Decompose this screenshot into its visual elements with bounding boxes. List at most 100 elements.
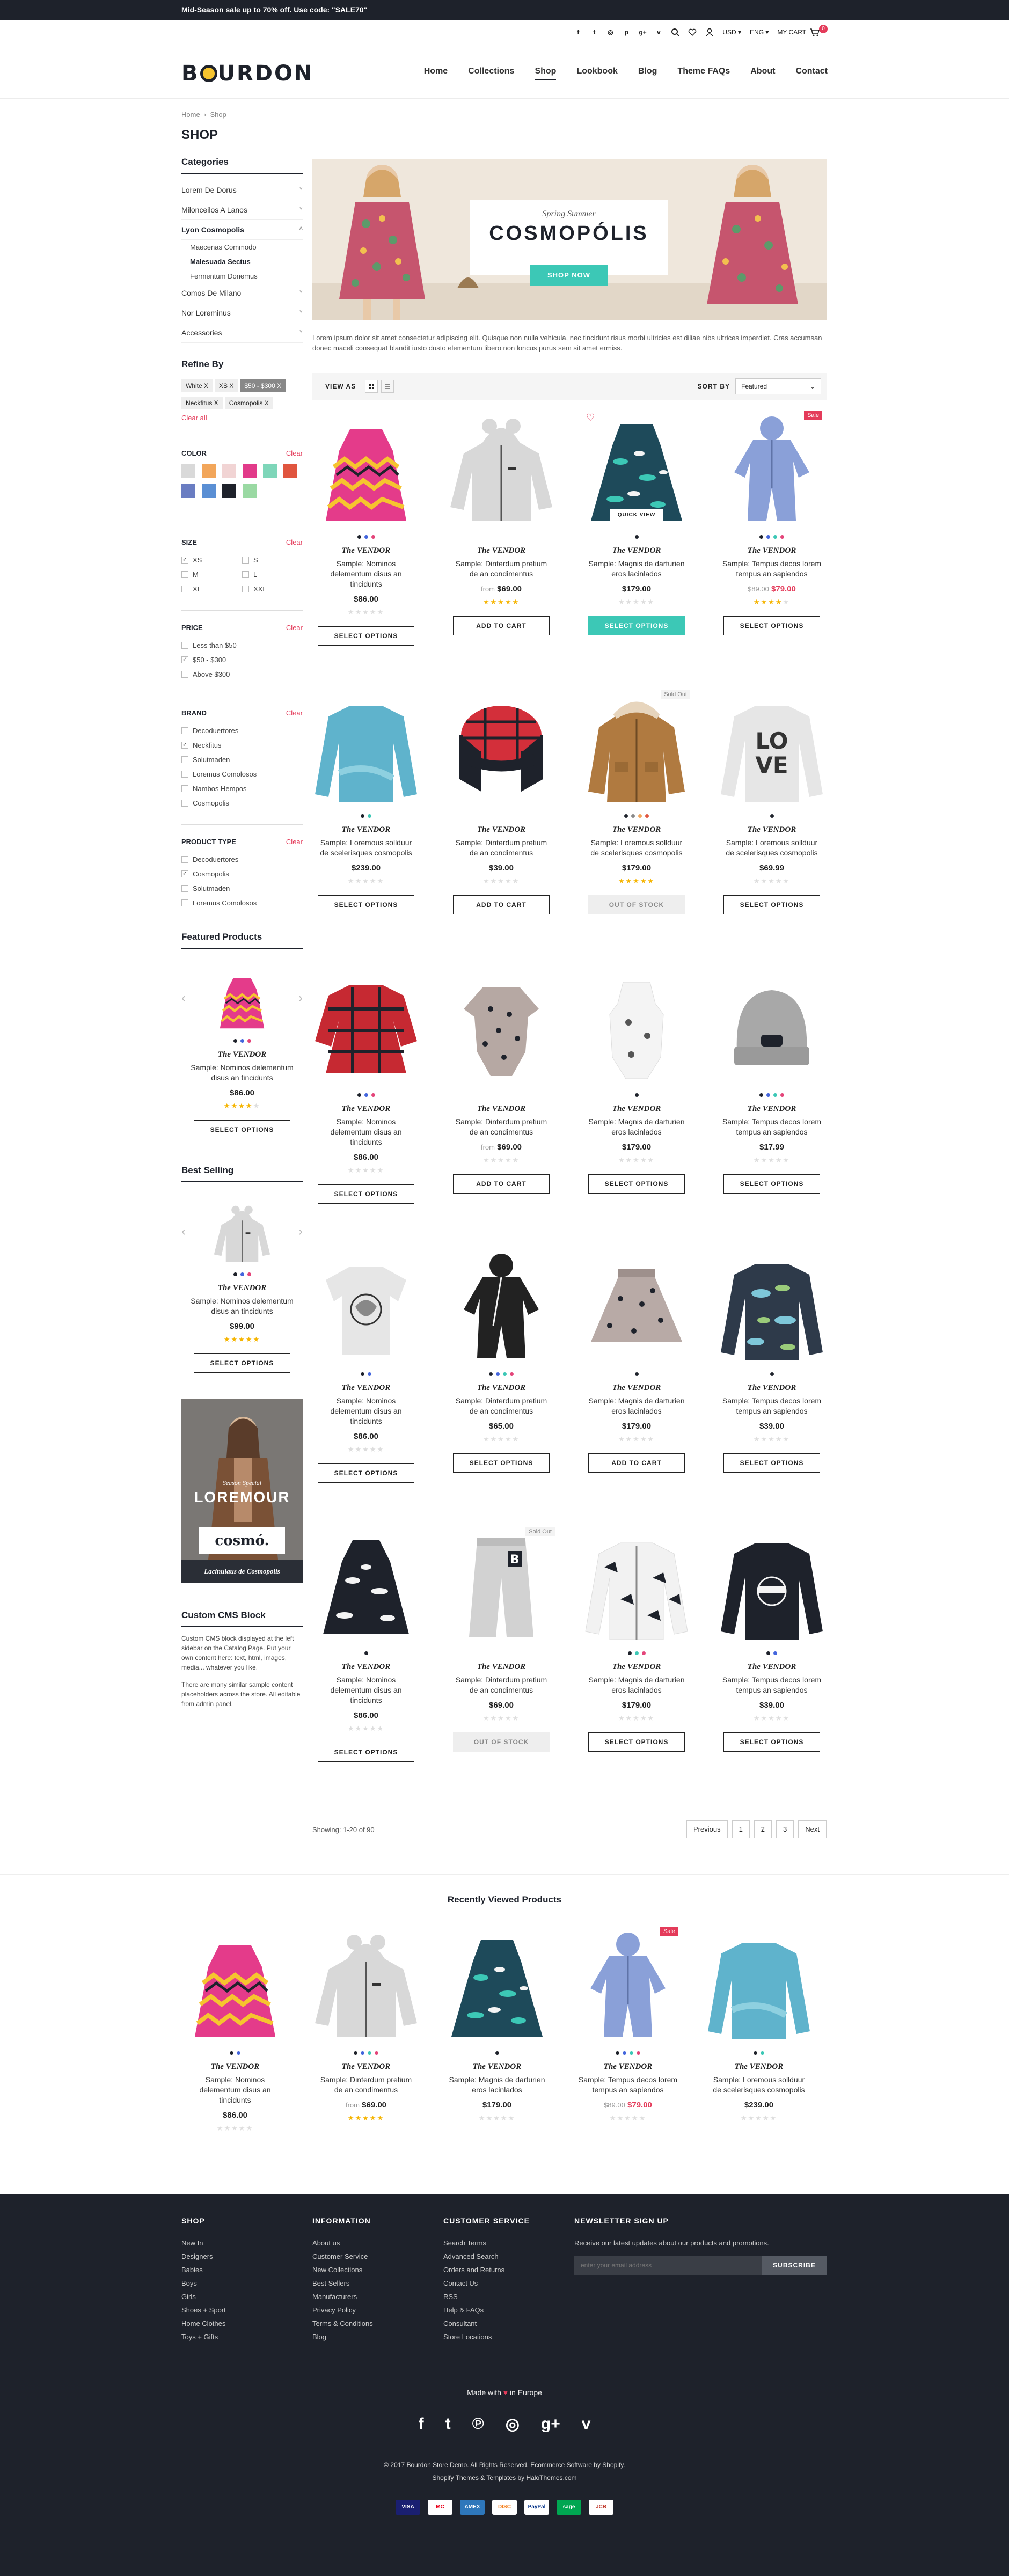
color-dot[interactable] [495,2051,499,2055]
checkbox-icon[interactable] [181,586,188,592]
product-name[interactable]: Sample: Dinterdum pretium de an condimen… [448,559,555,579]
color-dot[interactable] [375,2051,378,2055]
subcategory-item[interactable]: Fermentum Donemus [181,269,303,283]
product-name[interactable]: Sample: Tempus decos lorem tempus an sap… [718,1396,825,1416]
chevron-right-icon[interactable]: › [298,991,303,1006]
product-card[interactable]: The VENDOR Sample: Dinterdum pretium de a… [448,411,555,690]
color-dot[interactable] [631,814,635,818]
color-dot[interactable] [780,535,784,539]
footer-link[interactable]: Help & FAQs [443,2306,574,2314]
color-dot[interactable] [233,1039,237,1043]
product-image[interactable] [705,1927,813,2045]
color-dot[interactable] [364,1093,368,1097]
active-filter-tag[interactable]: Cosmopolis X [224,397,273,409]
color-dot[interactable] [627,1651,632,1655]
prices-option[interactable]: ✓ $50 - $300 [181,653,303,667]
category-item[interactable]: Lorem De Dorus ˅ [181,180,303,200]
select-options-button[interactable]: SELECT OPTIONS [723,1732,820,1752]
footer-link[interactable]: Toys + Gifts [181,2333,312,2341]
select-options-button[interactable]: SELECT OPTIONS [453,1453,550,1473]
product-image[interactable]: LO VE [718,690,825,808]
bestselling-product-image[interactable] [213,1203,272,1265]
product-name[interactable]: Sample: Nominos delementum disus an tinc… [312,559,420,589]
nav-item-home[interactable]: Home [424,67,448,80]
nav-item-theme-faqs[interactable]: Theme FAQs [677,67,730,80]
color-dot[interactable] [364,1651,368,1655]
product-card[interactable]: The VENDOR Sample: Dinterdum pretium de a… [312,1927,420,2133]
product-image[interactable] [448,1248,555,1366]
select-options-button[interactable]: SELECT OPTIONS [318,1743,414,1762]
footer-link[interactable]: Orders and Returns [443,2266,574,2274]
prices-option[interactable]: Less than $50 [181,638,303,653]
product-name[interactable]: Sample: Nominos delementum disus an tinc… [312,1396,420,1426]
checkbox-icon[interactable]: ✓ [181,742,188,749]
page-3-button[interactable]: 3 [776,1820,794,1838]
product-image[interactable] [583,969,690,1087]
active-filter-tag[interactable]: XS X [215,379,238,392]
list-view-icon[interactable] [381,380,394,393]
color-swatch[interactable] [222,464,236,478]
subscribe-button[interactable]: SUBSCRIBE [762,2256,827,2275]
checkbox-icon[interactable]: ✓ [181,870,188,877]
color-dot[interactable] [616,2051,619,2055]
sizes-option[interactable]: S [242,553,303,567]
select-options-button[interactable]: SELECT OPTIONS [318,626,414,646]
color-dot[interactable] [759,1093,763,1097]
footer-link[interactable]: About us [312,2239,443,2247]
footer-link[interactable]: Designers [181,2252,312,2260]
color-dot[interactable] [496,1372,500,1376]
footer-link[interactable]: Blog [312,2333,443,2341]
product-image[interactable]: ♡ QUICK VIEW [583,411,690,529]
active-filter-tag[interactable]: White X [181,379,213,392]
footer-link[interactable]: Privacy Policy [312,2306,443,2314]
select-options-button[interactable]: SELECT OPTIONS [723,1174,820,1194]
product-image[interactable]: Sale [718,411,825,529]
twitter-icon[interactable]: t [590,28,598,36]
prices-option[interactable]: Above $300 [181,667,303,682]
nav-item-blog[interactable]: Blog [638,67,657,80]
color-dot[interactable] [770,1372,774,1376]
color-dot[interactable] [240,1272,244,1276]
color-dot[interactable] [761,2051,764,2055]
product-card[interactable]: B Sold Out The VENDOR Sample: Dinterdum pre… [448,1527,555,1806]
product-name[interactable]: Sample: Magnis de darturien eros lacinla… [583,1675,690,1695]
color-dot[interactable] [773,1651,777,1655]
color-dot[interactable] [371,535,375,539]
product-name[interactable]: Sample: Magnis de darturien eros lacinla… [583,1117,690,1137]
color-dot[interactable] [361,814,364,818]
sizes-option[interactable]: XXL [242,582,303,596]
clear-all-link[interactable]: Clear all [181,414,303,422]
heart-icon[interactable] [688,28,697,36]
color-swatch[interactable] [181,484,195,498]
color-dot[interactable] [510,1372,514,1376]
checkbox-icon[interactable] [242,557,249,564]
footer-link[interactable]: Terms & Conditions [312,2319,443,2328]
product-name[interactable]: Sample: Loremous sollduur de scelerisque… [312,838,420,858]
checkbox-icon[interactable] [181,571,188,578]
product-image[interactable] [718,1527,825,1645]
product-card[interactable]: LO VE The VENDOR Sample: Loremous sollduur … [718,690,825,969]
color-dot[interactable] [247,1039,251,1043]
search-icon[interactable] [671,28,680,36]
footer-link[interactable]: RSS [443,2293,574,2301]
product-name[interactable]: Sample: Loremous sollduur de scelerisque… [583,838,690,858]
product-image[interactable] [312,1527,420,1645]
nav-item-contact[interactable]: Contact [795,67,828,80]
product-name[interactable]: Sample: Nominos delementum disus an tinc… [312,1117,420,1147]
product-name[interactable]: Sample: Dinterdum pretium de an condimen… [312,2075,420,2095]
color-dot[interactable] [247,1272,251,1276]
color-dot[interactable] [766,1651,770,1655]
footer-link[interactable]: Shoes + Sport [181,2306,312,2314]
color-dot[interactable] [233,1272,237,1276]
product-card[interactable]: ♡ QUICK VIEW The VENDOR Sample: Magnis de d… [583,411,690,690]
clear-brand-link[interactable]: Clear [286,709,303,717]
color-dot[interactable] [237,2051,240,2055]
color-dot[interactable] [634,535,639,539]
category-item[interactable]: Comos De Milano ˅ [181,283,303,303]
product-image[interactable] [448,969,555,1087]
grid-view-icon[interactable] [365,380,378,393]
cart-link[interactable]: MY CART 0 [777,25,828,36]
color-dot[interactable] [357,535,361,539]
select-options-button[interactable]: SELECT OPTIONS [723,895,820,914]
sort-select[interactable]: Featured ⌄ [735,378,821,394]
